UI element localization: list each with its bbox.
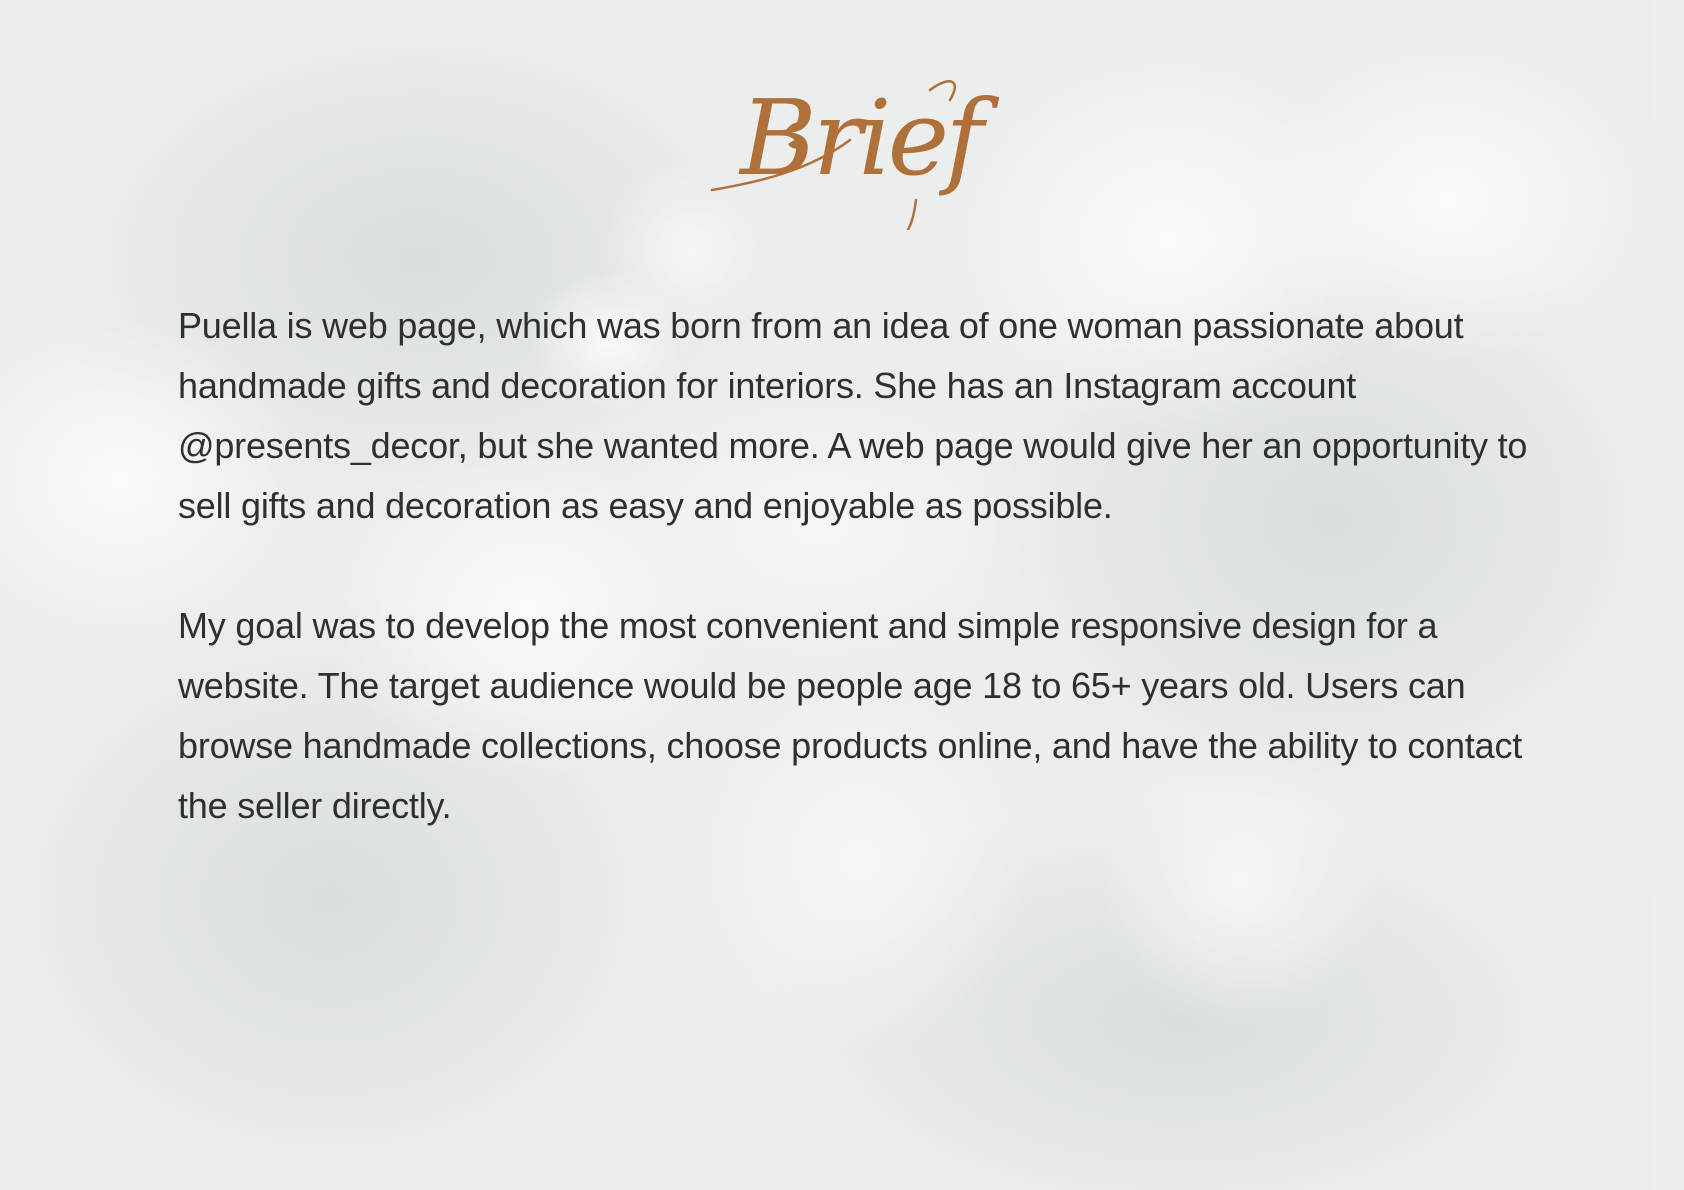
goal-paragraph: My goal was to develop the most convenie… (178, 605, 1523, 826)
page-title: Brief (740, 77, 983, 199)
intro-paragraph: Puella is web page, which was born from … (178, 305, 1528, 526)
brief-content: Puella is web page, which was born from … (178, 296, 1538, 836)
title-block: Brief (700, 70, 1020, 230)
